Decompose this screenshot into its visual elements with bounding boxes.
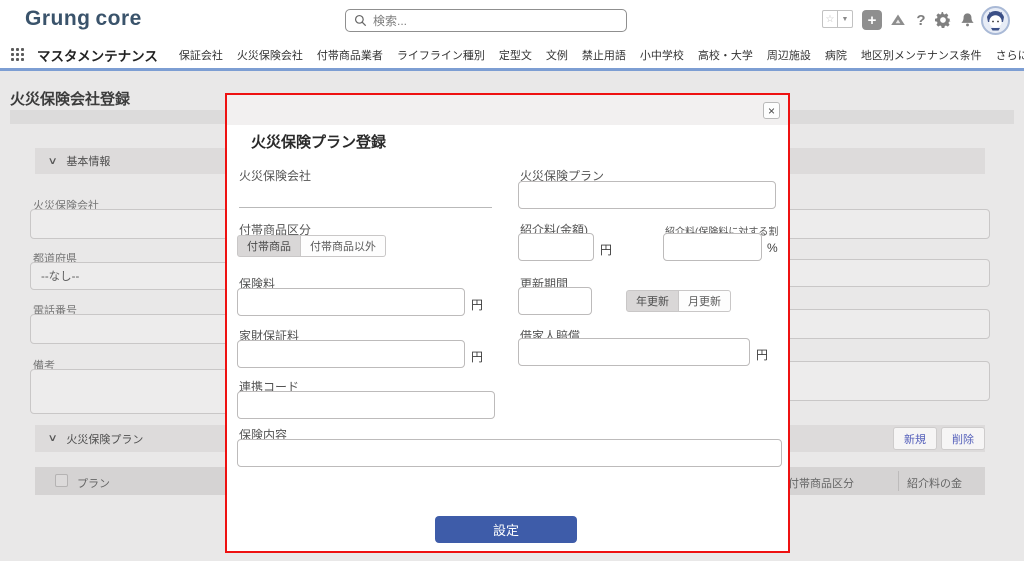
product-type-toggle: 付帯商品 付帯商品以外 (237, 235, 386, 257)
product-type-option-futai[interactable]: 付帯商品 (237, 235, 301, 257)
search-icon (354, 14, 367, 27)
question-icon: ? (916, 12, 925, 29)
insurance-content-input[interactable] (237, 439, 782, 467)
column-header-referral-amount[interactable]: 紹介料の金 (907, 475, 962, 491)
logo-part2: core (96, 7, 142, 30)
premium-input[interactable] (237, 288, 465, 316)
global-search[interactable] (345, 9, 627, 32)
nav-item-bunrei[interactable]: 文例 (546, 47, 568, 63)
column-header-plan[interactable]: プラン (77, 475, 110, 491)
favorites-button[interactable]: ☆ (822, 10, 838, 28)
fire-insurance-plan-modal: × 火災保険プラン登録 火災保険会社 火災保険プラン 付帯商品区分 付帯商品 付… (225, 93, 790, 553)
nav-more-button[interactable]: さらに表示▼ (996, 47, 1024, 63)
renewal-input[interactable] (518, 287, 592, 315)
renewal-option-yearly[interactable]: 年更新 (626, 290, 679, 312)
quick-add-button[interactable]: + (862, 10, 882, 30)
section-plan-title: 火災保険プラン (66, 431, 143, 447)
chevron-down-icon: ▼ (842, 16, 849, 23)
renewal-toggle: 年更新 月更新 (626, 290, 731, 312)
renter-liability-unit: 円 (756, 346, 768, 363)
nav-items: 保証会社 火災保険会社 付帯商品業者 ライフライン種別 定型文 文例 禁止用語 … (179, 47, 1024, 63)
nav-item-hosyogaisya[interactable]: 保証会社 (179, 47, 223, 63)
referral-amount-unit: 円 (600, 241, 612, 258)
modal-title: 火災保険プラン登録 (251, 131, 386, 152)
product-type-option-futai-igai[interactable]: 付帯商品以外 (301, 235, 386, 257)
app-nav-bar: マスタメンテナンス 保証会社 火災保険会社 付帯商品業者 ライフライン種別 定型… (0, 41, 1024, 71)
renewal-option-monthly[interactable]: 月更新 (679, 290, 731, 312)
renter-liability-input[interactable] (518, 338, 750, 366)
user-avatar[interactable] (981, 6, 1010, 35)
company-field[interactable] (239, 173, 492, 208)
nav-item-byouin[interactable]: 病院 (825, 47, 847, 63)
bg-prefecture-value: --なし-- (41, 268, 79, 284)
delete-button[interactable]: 削除 (941, 427, 985, 450)
nav-item-teikeibun[interactable]: 定型文 (499, 47, 532, 63)
page-title: 火災保険会社登録 (10, 88, 130, 109)
modal-header-bar (227, 95, 788, 125)
nav-item-chikubetsu-maintenance[interactable]: 地区別メンテナンス条件 (861, 47, 982, 63)
notifications-button[interactable] (957, 10, 977, 30)
nav-item-kinshiyougo[interactable]: 禁止用語 (582, 47, 626, 63)
gear-icon (934, 11, 952, 29)
select-all-checkbox[interactable] (55, 474, 68, 487)
setup-button[interactable] (933, 10, 953, 30)
submit-button[interactable]: 設定 (435, 516, 577, 543)
premium-unit: 円 (471, 296, 483, 313)
chevron-down-icon: ∨ (48, 156, 58, 167)
chevron-down-icon: ∨ (48, 433, 58, 444)
app-launcher-icon[interactable] (11, 48, 24, 62)
nav-more-label: さらに表示 (996, 47, 1024, 63)
modal-close-button[interactable]: × (763, 102, 780, 119)
star-icon: ☆ (826, 14, 835, 25)
column-divider (898, 471, 899, 491)
referral-amount-input[interactable] (518, 233, 594, 261)
link-code-input[interactable] (237, 391, 495, 419)
section-basic-info-title: 基本情報 (66, 153, 110, 169)
close-icon: × (768, 105, 775, 117)
new-button[interactable]: 新規 (893, 427, 937, 450)
current-app-name[interactable]: マスタメンテナンス (37, 45, 158, 65)
guidance-button[interactable] (888, 10, 908, 30)
logo[interactable]: Grungcore (25, 7, 142, 31)
referral-rate-unit: % (767, 241, 778, 255)
nav-item-futaishohingyosha[interactable]: 付帯商品業者 (317, 47, 383, 63)
referral-rate-input[interactable] (663, 233, 762, 261)
plan-input[interactable] (518, 181, 776, 209)
household-unit: 円 (471, 348, 483, 365)
column-header-product-type[interactable]: 付帯商品区分 (788, 475, 854, 491)
top-header: Grungcore ☆ ▼ + ? (0, 0, 1024, 41)
mountain-icon (888, 10, 908, 30)
nav-item-kasaihokengaisya[interactable]: 火災保険会社 (237, 47, 303, 63)
plus-icon: + (868, 13, 877, 28)
household-input[interactable] (237, 340, 465, 368)
app-screen: Grungcore ☆ ▼ + ? (0, 0, 1024, 561)
bell-icon (959, 11, 976, 29)
nav-item-shochugakkou[interactable]: 小中学校 (640, 47, 684, 63)
search-input[interactable] (373, 14, 618, 28)
logo-part1: Grung (25, 7, 91, 30)
favorites-dropdown-button[interactable]: ▼ (838, 10, 853, 28)
avatar-character-icon (983, 8, 1008, 33)
nav-item-koukoudaigaku[interactable]: 高校・大学 (698, 47, 753, 63)
nav-item-lifeline-shubetsu[interactable]: ライフライン種別 (397, 47, 485, 63)
nav-item-shuhenshisetsu[interactable]: 周辺施設 (767, 47, 811, 63)
help-button[interactable]: ? (913, 10, 929, 30)
